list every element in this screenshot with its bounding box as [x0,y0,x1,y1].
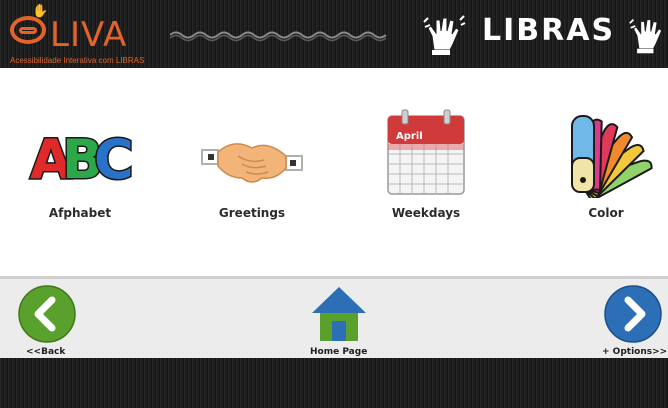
back-label: <<Back [26,347,66,357]
category-grid: A B C Afphabet Greetings April Weekdays … [0,68,668,276]
logo-text: LIVA [50,15,128,55]
category-alphabet[interactable]: A B C Afphabet [0,108,160,238]
sign-language-hand-icon [423,15,466,55]
category-color[interactable]: Color [526,108,668,238]
calendar-icon: April [387,109,465,195]
home-icon [312,287,366,341]
category-label: Afphabet [48,206,112,220]
app-footer [0,358,668,408]
chevron-left-icon [18,285,76,343]
logo-face-icon [10,16,46,44]
color-palette-icon [571,115,653,198]
back-button[interactable]: <<Back [16,283,80,359]
chevron-right-icon [604,285,662,343]
logo-hand-icon: ✋ [32,4,49,19]
sign-language-hand-icon [629,18,663,54]
home-label: Home Page [310,347,368,357]
oliva-logo: ✋ LIVA Acessibilidade Interativa com LIB… [8,4,158,65]
category-label: Greetings [218,206,286,220]
wave-decoration [170,31,387,42]
options-button[interactable]: + Options>> [600,283,668,359]
svg-text:C: C [94,128,134,191]
category-label: Weekdays [391,206,461,220]
category-greetings[interactable]: Greetings [172,108,332,238]
logo-subtitle: Acessibilidade Interativa com LIBRAS [10,56,145,65]
category-weekdays[interactable]: April Weekdays [346,108,506,238]
calendar-month-text: April [396,131,423,142]
app-title: LIBRAS [482,13,616,48]
app-header: ✋ LIVA Acessibilidade Interativa com LIB… [0,0,668,68]
handshake-icon [201,143,303,183]
category-label: Color [588,206,624,220]
home-button[interactable]: Home Page [298,283,382,359]
options-label: + Options>> [602,347,668,357]
bottom-nav: <<Back Home Page + Options>> [0,276,668,358]
abc-letters-icon: A B C [29,127,136,193]
